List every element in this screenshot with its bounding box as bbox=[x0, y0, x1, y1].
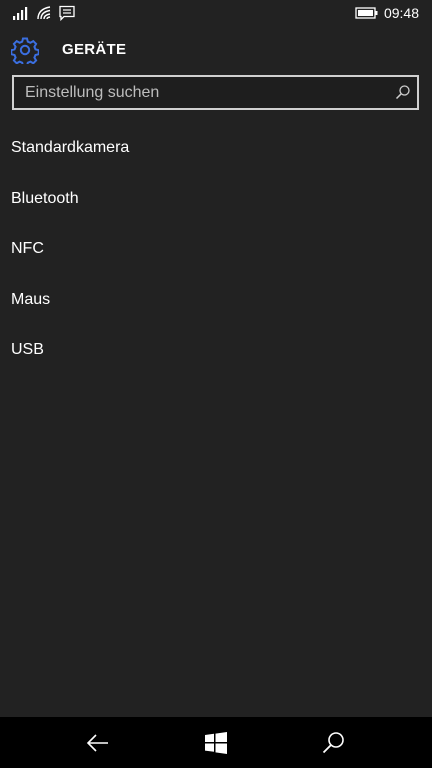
list-item-standardkamera[interactable]: Standardkamera bbox=[0, 130, 432, 181]
list-item-label: USB bbox=[11, 341, 44, 358]
search-icon[interactable] bbox=[395, 84, 411, 100]
navigation-bar bbox=[0, 717, 432, 768]
search-box[interactable] bbox=[12, 75, 419, 110]
signal-icon bbox=[13, 7, 28, 20]
list-item-label: Bluetooth bbox=[11, 189, 79, 207]
clock: 09:48 bbox=[383, 5, 419, 21]
windows-start-icon[interactable] bbox=[203, 730, 229, 756]
list-item-label: Maus bbox=[11, 290, 51, 308]
list-item-maus[interactable]: Maus bbox=[0, 282, 432, 333]
message-icon bbox=[59, 5, 75, 22]
page-header: GERÄTE bbox=[0, 34, 432, 66]
status-bar: 09:48 bbox=[0, 0, 432, 26]
battery-icon bbox=[355, 7, 378, 19]
list-item-nfc[interactable]: NFC bbox=[0, 231, 432, 282]
list-item-label: Standardkamera bbox=[11, 139, 130, 156]
settings-list: Standardkamera Bluetooth NFC Maus USB bbox=[0, 130, 432, 383]
gear-icon bbox=[11, 37, 39, 64]
wifi-icon bbox=[37, 6, 51, 20]
settings-screen: 09:48 GERÄTE Standardkamera Bluetooth NF… bbox=[0, 0, 432, 768]
list-item-usb[interactable]: USB bbox=[0, 332, 432, 383]
back-icon[interactable] bbox=[85, 730, 111, 756]
search-icon[interactable] bbox=[321, 730, 347, 756]
search-input[interactable] bbox=[25, 77, 385, 108]
list-item-bluetooth[interactable]: Bluetooth bbox=[0, 181, 432, 232]
page-title: GERÄTE bbox=[62, 41, 127, 58]
list-item-label: NFC bbox=[11, 240, 44, 257]
